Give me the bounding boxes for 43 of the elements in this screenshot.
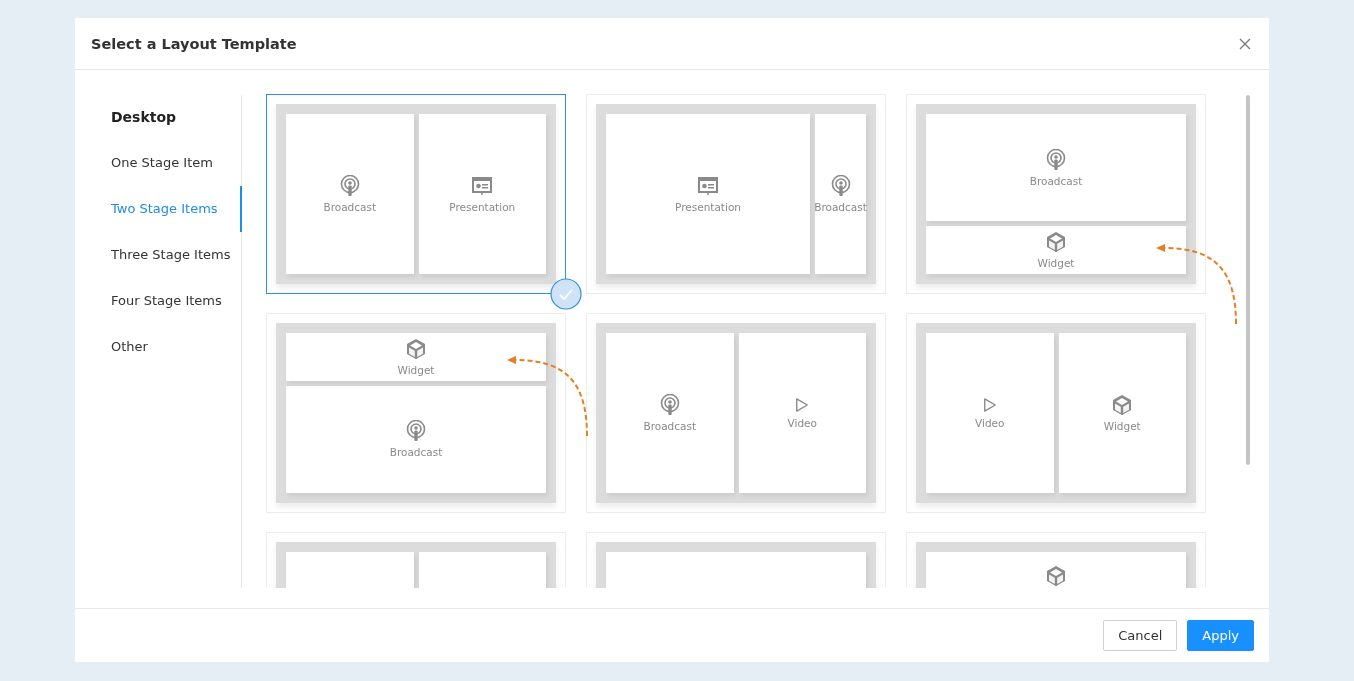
cancel-button[interactable]: Cancel [1103,620,1178,651]
panel-label: Presentation [675,201,741,213]
broadcast-icon [659,394,680,416]
panel-label: Broadcast [1029,174,1083,187]
cube-icon [1045,231,1067,254]
broadcast-icon [339,175,360,197]
checkmark-badge-icon [550,278,582,310]
template-card[interactable]: Broadcast Presentation [266,94,566,294]
apply-button[interactable]: Apply [1187,620,1254,651]
panel-label: Presentation [449,201,516,213]
template-card[interactable]: Presentation Broadcast [586,94,886,294]
broadcast-icon [830,175,851,197]
template-card[interactable]: Broadcast Video [586,313,886,513]
panel-label: Broadcast [643,420,697,432]
sidebar-item[interactable]: Four Stage Items [75,278,242,324]
panel-label: Video [975,417,1005,429]
dialog-title: Select a Layout Template [91,35,297,52]
close-icon[interactable] [1239,37,1251,50]
panel-label: Broadcast [814,201,867,213]
template-card[interactable]: Widget Broadcast [266,313,566,513]
play-icon [982,397,997,413]
scrollbar-thumb[interactable] [1246,95,1250,465]
template-card[interactable]: Broadcast Widget [906,94,1206,294]
template-card[interactable]: Video Widget [906,313,1206,513]
sidebar-heading: Desktop [110,108,178,127]
play-icon [795,397,810,413]
sidebar-item[interactable]: Other [75,324,242,370]
presentation-icon [471,175,494,197]
cube-icon [405,337,427,360]
panel-label: Widget [397,363,435,376]
cube-icon [1045,564,1067,587]
sidebar-item[interactable]: One Stage Item [75,140,242,186]
presentation-icon [697,175,719,197]
sidebar-item[interactable]: Two Stage Items [75,186,242,232]
cube-icon [1111,394,1134,416]
panel-label: Broadcast [389,446,443,459]
panel-label: Widget [1037,257,1075,270]
panel-label: Widget [1103,420,1141,432]
panel-label: Broadcast [323,201,377,213]
broadcast-icon [406,420,426,443]
panel-label: Video [787,417,817,429]
broadcast-icon [1046,148,1066,171]
sidebar-item[interactable]: Three Stage Items [75,232,242,278]
